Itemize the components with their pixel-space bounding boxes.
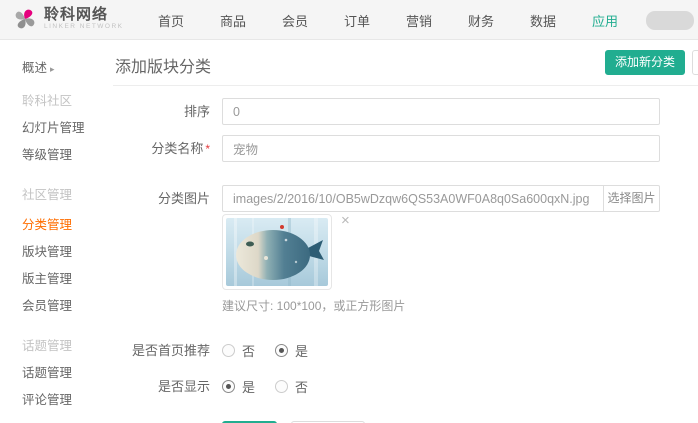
recommend-yes-radio[interactable] [275,344,289,357]
display-no-label[interactable]: 否 [295,377,308,396]
logo-subtitle: LINKER NETWORK [44,23,124,31]
admin-page: 聆科网络 LINKER NETWORK 首页 商品 会员 订单 营销 财务 数据… [0,0,698,423]
page-title: 添加版块分类 [115,59,212,76]
pinwheel-logo-icon [15,9,35,29]
back-to-list-button-top[interactable]: 返回列表 [692,50,698,75]
sidebar-item-topics[interactable]: 话题管理 [0,360,113,387]
display-no-radio[interactable] [275,380,289,393]
fish-image [226,218,328,286]
choose-image-button[interactable]: 选择图片 [604,185,660,212]
category-name-input[interactable] [222,135,660,162]
logo-title: 聆科网络 [44,6,109,24]
category-form: 排序 分类名称* 分类图片 选择图片 [113,86,698,423]
display-yes-radio[interactable] [222,380,235,393]
sidebar-section-community: 聆科社区 [22,94,73,108]
image-path-input[interactable] [222,185,604,212]
logo[interactable]: 聆科网络 LINKER NETWORK [12,6,124,32]
sidebar-item-slides[interactable]: 幻灯片管理 [0,115,113,142]
nav-item-marketing[interactable]: 营销 [394,11,444,30]
top-nav: 首页 商品 会员 订单 营销 财务 数据 应用 设置 [140,0,698,40]
image-thumbnail [222,214,332,290]
sidebar-section-community-mgmt: 社区管理 [22,188,73,202]
name-label: 分类名称 * [151,141,210,156]
nav-item-orders[interactable]: 订单 [332,11,382,30]
add-new-category-button[interactable]: 添加新分类 [605,50,686,75]
required-asterisk: * [205,142,210,156]
user-menu-placeholder[interactable] [646,11,694,30]
recommend-no-label[interactable]: 否 [242,341,255,360]
top-header: 聆科网络 LINKER NETWORK 首页 商品 会员 订单 营销 财务 数据… [0,0,698,40]
display-label: 是否显示 [157,379,210,394]
sort-label: 排序 [183,104,210,119]
sidebar: 概述 ▸ 聆科社区 幻灯片管理 等级管理 社区管理 分类管理 版块管理 版主管理 … [0,41,113,414]
sidebar-section-topics: 话题管理 [22,339,73,353]
sidebar-item-boards[interactable]: 版块管理 [0,239,113,266]
image-label: 分类图片 [157,191,210,206]
main-content: 添加版块分类 添加新分类 返回列表 排序 分类名称* [113,41,698,423]
nav-item-products[interactable]: 商品 [208,11,258,30]
sidebar-item-members[interactable]: 会员管理 [0,293,113,320]
nav-item-members[interactable]: 会员 [270,11,320,30]
sidebar-item-levels[interactable]: 等级管理 [0,142,113,169]
chevron-right-icon: ▸ [50,64,55,74]
nav-item-data[interactable]: 数据 [518,11,568,30]
sidebar-item-moderators[interactable]: 版主管理 [0,266,113,293]
nav-item-apps[interactable]: 应用 [580,11,630,30]
display-yes-label[interactable]: 是 [242,377,255,396]
nav-item-home[interactable]: 首页 [146,11,196,30]
recommend-label: 是否首页推荐 [131,343,210,358]
sidebar-item-overview[interactable]: 概述 ▸ [0,55,113,82]
image-size-hint: 建议尺寸: 100*100，或正方形图片 [222,299,406,313]
sidebar-item-comments[interactable]: 评论管理 [0,387,113,414]
sidebar-item-categories[interactable]: 分类管理 [0,212,113,239]
remove-image-icon[interactable]: × [341,212,350,230]
recommend-no-radio[interactable] [222,344,235,357]
recommend-yes-label[interactable]: 是 [295,341,308,360]
nav-item-finance[interactable]: 财务 [456,11,506,30]
sort-input[interactable] [222,98,660,125]
